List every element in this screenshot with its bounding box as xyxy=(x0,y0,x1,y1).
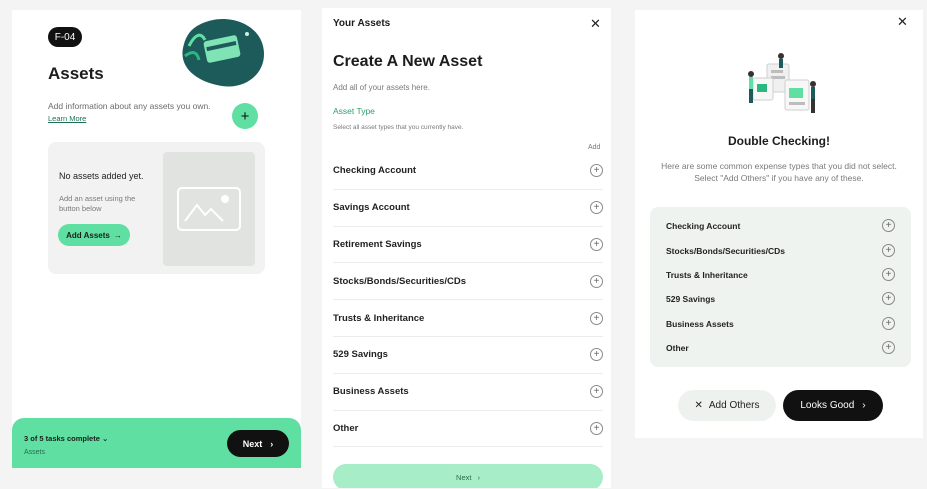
chevron-down-icon: ⌄ xyxy=(101,434,109,443)
suggestion-label: Checking Account xyxy=(666,220,741,231)
modal-description: Add all of your assets here. xyxy=(333,83,430,92)
plus-circle-icon[interactable]: + xyxy=(882,317,895,330)
plus-circle-icon[interactable]: + xyxy=(882,341,895,354)
double-checking-panel: ✕ Double Checking! Here are some common … xyxy=(635,10,923,438)
add-others-button[interactable]: ✕ Add Others xyxy=(678,390,776,421)
chevron-right-icon: › xyxy=(270,438,274,449)
suggestion-row[interactable]: Trusts & Inheritance + xyxy=(666,268,895,281)
modal-title: Create A New Asset xyxy=(333,53,483,70)
asset-type-label: Checking Account xyxy=(333,165,417,177)
suggestion-label: Stocks/Bonds/Securities/CDs xyxy=(666,245,786,256)
close-icon: ✕ xyxy=(694,400,703,411)
plus-circle-icon[interactable]: + xyxy=(882,292,895,305)
looks-good-label: Looks Good xyxy=(800,400,855,411)
suggestion-label: Business Assets xyxy=(666,318,734,329)
add-asset-fab-button[interactable]: + xyxy=(232,103,258,129)
add-others-label: Add Others xyxy=(708,400,760,411)
next-button[interactable]: Next › xyxy=(227,430,289,457)
plus-circle-icon[interactable]: + xyxy=(882,268,895,281)
asset-type-row[interactable]: 529 Savings + xyxy=(333,337,603,374)
asset-type-row[interactable]: Stocks/Bonds/Securities/CDs + xyxy=(333,263,603,301)
asset-type-label: Trusts & Inheritance xyxy=(333,312,425,324)
asset-type-list: Checking Account + Savings Account + Retir… xyxy=(333,153,603,448)
tasks-progress-text: 3 of 5 tasks complete xyxy=(24,434,100,443)
plus-circle-icon[interactable]: + xyxy=(590,348,603,362)
arrow-right-icon: → xyxy=(113,230,122,240)
plus-circle-icon[interactable]: + xyxy=(590,311,603,325)
asset-type-label: Stocks/Bonds/Securities/CDs xyxy=(333,275,467,287)
next-label: Next xyxy=(242,438,263,449)
suggestion-row[interactable]: Stocks/Bonds/Securities/CDs + xyxy=(666,244,895,257)
plus-circle-icon[interactable]: + xyxy=(882,219,895,232)
double-check-title: Double Checking! xyxy=(727,134,830,148)
tasks-progress-toggle[interactable]: 3 of 5 tasks complete ⌄ xyxy=(24,434,108,443)
asset-type-row[interactable]: Checking Account + xyxy=(333,153,603,190)
asset-type-label: 529 Savings xyxy=(333,349,388,361)
current-task-label: Assets xyxy=(24,449,46,456)
step-badge: F-04 xyxy=(48,27,82,47)
plus-icon: + xyxy=(240,107,250,125)
create-asset-panel: Your Assets ✕ Create A New Asset Add all… xyxy=(322,8,611,488)
assets-description: Add information about any assets you own… xyxy=(48,101,211,111)
plus-circle-icon[interactable]: + xyxy=(590,164,603,178)
plus-circle-icon[interactable]: + xyxy=(590,421,603,435)
suggestion-label: Other xyxy=(666,342,689,353)
image-placeholder xyxy=(163,152,255,266)
people-documents-illustration-icon xyxy=(748,53,816,113)
close-icon[interactable]: ✕ xyxy=(897,14,908,30)
asset-type-row[interactable]: Savings Account + xyxy=(333,190,603,227)
asset-type-label: Retirement Savings xyxy=(333,238,422,250)
asset-type-row[interactable]: Retirement Savings + xyxy=(333,227,603,264)
image-icon xyxy=(177,187,241,231)
suggestion-label: 529 Savings xyxy=(666,293,716,304)
learn-more-link[interactable]: Learn More xyxy=(48,114,86,123)
plus-circle-icon[interactable]: + xyxy=(590,237,603,251)
asset-type-label: Savings Account xyxy=(333,202,410,214)
plus-circle-icon[interactable]: + xyxy=(882,244,895,257)
asset-type-row[interactable]: Other + xyxy=(333,411,603,448)
double-check-description: Here are some common expense types that … xyxy=(661,161,897,183)
suggestion-row[interactable]: Other + xyxy=(666,341,895,354)
next-button-disabled[interactable]: Next › xyxy=(333,464,603,488)
plus-circle-icon[interactable]: + xyxy=(590,201,603,215)
page-title: Assets xyxy=(48,64,104,83)
asset-type-row[interactable]: Business Assets + xyxy=(333,374,603,411)
plus-circle-icon[interactable]: + xyxy=(590,274,603,288)
empty-state-subtitle: Add an asset using the button below xyxy=(59,194,136,213)
add-column-header: Add xyxy=(588,144,601,151)
empty-state-card: No assets added yet. Add an asset using … xyxy=(48,142,265,274)
suggestion-row[interactable]: Business Assets + xyxy=(666,317,895,330)
empty-state-title: No assets added yet. xyxy=(59,171,144,181)
asset-type-label: Business Assets xyxy=(333,386,409,398)
modal-header-title: Your Assets xyxy=(333,18,391,29)
suggestions-card: Checking Account + Stocks/Bonds/Securitie… xyxy=(650,207,911,367)
chevron-right-icon: › xyxy=(862,400,866,411)
assets-overview-panel: F-04 Assets Add information about any as… xyxy=(12,10,301,468)
suggestion-row[interactable]: Checking Account + xyxy=(666,219,895,232)
asset-type-row[interactable]: Trusts & Inheritance + xyxy=(333,300,603,337)
asset-type-label: Asset Type xyxy=(333,106,375,116)
suggestion-label: Trusts & Inheritance xyxy=(666,269,748,280)
suggestion-row[interactable]: 529 Savings + xyxy=(666,292,895,305)
add-assets-label: Add Assets xyxy=(66,230,110,240)
plus-circle-icon[interactable]: + xyxy=(590,385,603,399)
chevron-right-icon: › xyxy=(477,472,480,482)
next-label: Next xyxy=(456,472,472,482)
asset-type-label: Other xyxy=(333,422,359,434)
progress-footer: 3 of 5 tasks complete ⌄ Assets Next › xyxy=(12,418,301,468)
looks-good-button[interactable]: Looks Good › xyxy=(783,390,883,421)
close-icon[interactable]: ✕ xyxy=(590,16,601,32)
add-assets-button[interactable]: Add Assets → xyxy=(58,224,130,246)
asset-type-hint: Select all asset types that you currentl… xyxy=(333,124,464,131)
credit-card-illustration-icon xyxy=(182,18,264,87)
